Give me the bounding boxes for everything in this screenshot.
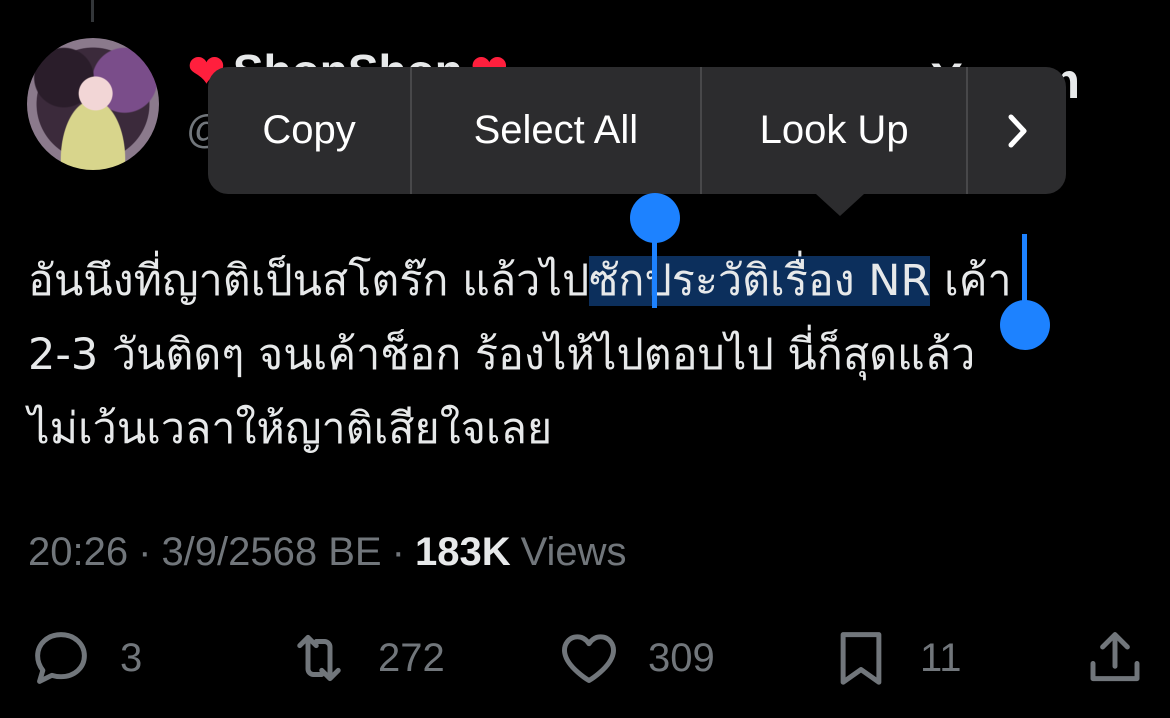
selection-end-bar[interactable] [1022, 234, 1027, 310]
tweet-line-1: อันนึงที่ญาติเป็นสโตร๊ก แล้วไปซักประวัติ… [28, 244, 1148, 318]
selected-text[interactable]: ซักประวัติเรื่อง NR [589, 256, 931, 306]
select-all-menu-item[interactable]: Select All [412, 67, 700, 194]
share-icon [1090, 632, 1140, 682]
bookmark-count: 11 [920, 635, 962, 680]
copy-menu-item[interactable]: Copy [208, 67, 410, 194]
reply-icon [35, 632, 87, 684]
text-before-selection: อันนึงที่ญาติเป็นสโตร๊ก แล้วไป [28, 256, 590, 306]
views-count: 183K [414, 530, 511, 574]
text-selection-menu: Copy Select All Look Up [208, 67, 1066, 194]
repost-icon [297, 634, 341, 682]
thread-connector-line [91, 0, 94, 22]
like-count: 309 [648, 635, 715, 680]
bookmark-icon [840, 632, 882, 685]
more-menu-button[interactable] [968, 67, 1066, 194]
meta-separator: · [391, 530, 405, 574]
tweet-actions-bar: 3 272 309 11 [28, 622, 1148, 694]
look-up-menu-item[interactable]: Look Up [702, 67, 967, 194]
reply-button[interactable]: 3 [28, 622, 142, 694]
like-button[interactable]: 309 [556, 622, 715, 694]
views-label: Views [520, 530, 627, 574]
chevron-right-icon [1008, 114, 1027, 147]
selection-start-bar[interactable] [652, 232, 657, 308]
tweet-date[interactable]: 3/9/2568 BE [161, 530, 381, 575]
meta-separator: · [138, 530, 152, 574]
menu-pointer [816, 194, 864, 216]
share-button[interactable] [1082, 622, 1148, 694]
tweet-line-2: 2-3 วันติดๆ จนเค้าช็อก ร้องไห้ไปตอบไป นี… [28, 330, 976, 380]
tweet-line-3: ไม่เว้นเวลาให้ญาติเสียใจเลย [28, 404, 553, 454]
selection-end-handle[interactable] [1000, 300, 1050, 350]
reply-count: 3 [120, 635, 143, 680]
tweet-text[interactable]: อันนึงที่ญาติเป็นสโตร๊ก แล้วไปซักประวัติ… [28, 244, 1148, 466]
avatar[interactable] [27, 38, 159, 170]
bookmark-button[interactable]: 11 [828, 622, 962, 694]
text-after-selection: เค้า [930, 256, 1012, 306]
repost-count: 272 [378, 635, 445, 680]
repost-button[interactable]: 272 [286, 622, 445, 694]
like-icon [562, 634, 616, 684]
tweet-time[interactable]: 20:26 [28, 530, 128, 575]
tweet-metadata: 20:26 · 3/9/2568 BE · 183K Views [28, 530, 627, 575]
